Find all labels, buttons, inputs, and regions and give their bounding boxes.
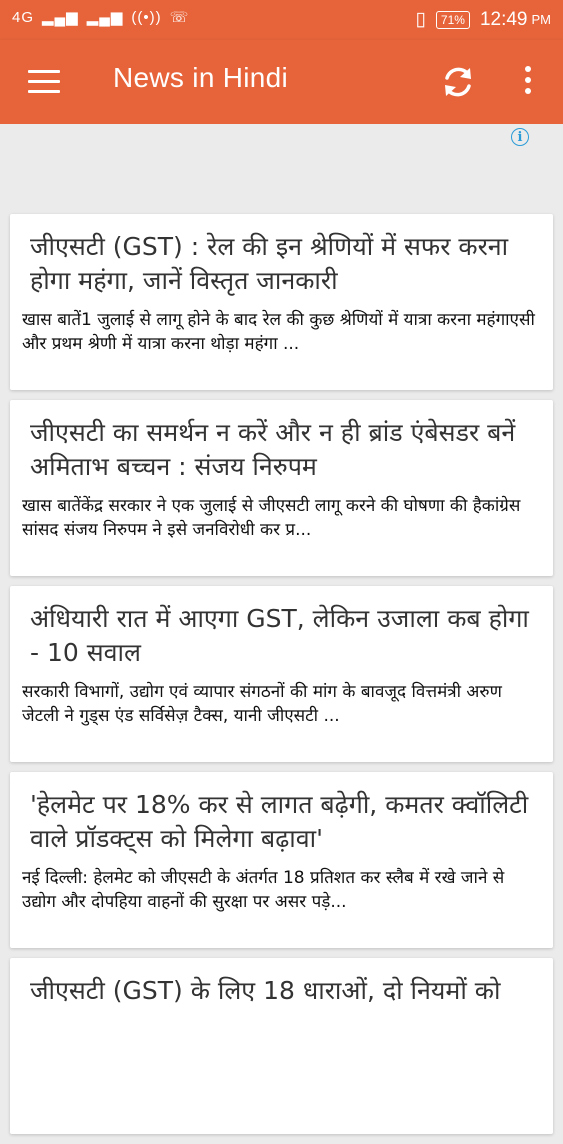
news-card[interactable]: 'हेलमेट पर 18% कर से लागत बढ़ेगी, कमतर क… [10, 772, 553, 948]
refresh-icon[interactable] [438, 62, 478, 102]
battery-indicator: 71% [435, 10, 470, 29]
wifi-call-icon: ☏ [169, 9, 190, 26]
news-summary: सरकारी विभागों, उद्योग एवं व्यापार संगठन… [22, 682, 502, 726]
news-summary: खास बातेंकेंद्र सरकार ने एक जुलाई से जीए… [22, 496, 521, 540]
news-title: जीएसटी (GST) के लिए 18 धाराओं, दो नियमों… [30, 976, 501, 1005]
app-bar: News in Hindi [0, 40, 563, 124]
ad-banner[interactable]: i [0, 124, 563, 210]
network-label: 4G [12, 8, 35, 26]
news-title: जीएसटी का समर्थन न करें और न ही ब्रांड ए… [30, 418, 516, 481]
news-title: अंधियारी रात में आएगा GST, लेकिन उजाला क… [30, 604, 529, 667]
news-feed: जीएसटी (GST) : रेल की इन श्रेणियों में स… [10, 214, 553, 1144]
news-summary: खास बातें1 जुलाई से लागू होने के बाद रेल… [22, 310, 535, 354]
status-left: 4G ▂▄▆ ▂▄▆ ((•)) ☏ [12, 8, 190, 27]
signal-icon: ▂▄▆ [42, 9, 79, 26]
news-card[interactable]: अंधियारी रात में आएगा GST, लेकिन उजाला क… [10, 586, 553, 762]
app-title: News in Hindi [113, 62, 289, 93]
signal-2-icon: ▂▄▆ [86, 9, 124, 26]
news-summary: नई दिल्ली: हेलमेट को जीएसटी के अंतर्गत 1… [22, 868, 505, 912]
news-title: जीएसटी (GST) : रेल की इन श्रेणियों में स… [30, 232, 509, 295]
news-card[interactable]: जीएसटी (GST) के लिए 18 धाराओं, दो नियमों… [10, 958, 553, 1134]
news-card[interactable]: जीएसटी का समर्थन न करें और न ही ब्रांड ए… [10, 400, 553, 576]
hotspot-icon: ((•)) [131, 8, 162, 26]
menu-icon[interactable] [28, 70, 60, 94]
status-right: ▯ 71% 12:49 PM [415, 8, 551, 31]
vibrate-icon: ▯ [415, 9, 426, 30]
more-vert-icon[interactable] [518, 66, 538, 98]
news-card[interactable]: जीएसटी (GST) : रेल की इन श्रेणियों में स… [10, 214, 553, 390]
status-bar: 4G ▂▄▆ ▂▄▆ ((•)) ☏ ▯ 71% 12:49 PM [0, 0, 563, 40]
clock-ampm: PM [531, 12, 552, 27]
news-title: 'हेलमेट पर 18% कर से लागत बढ़ेगी, कमतर क… [30, 790, 529, 853]
ad-info-icon[interactable]: i [511, 128, 529, 146]
clock: 12:49 [479, 8, 528, 30]
